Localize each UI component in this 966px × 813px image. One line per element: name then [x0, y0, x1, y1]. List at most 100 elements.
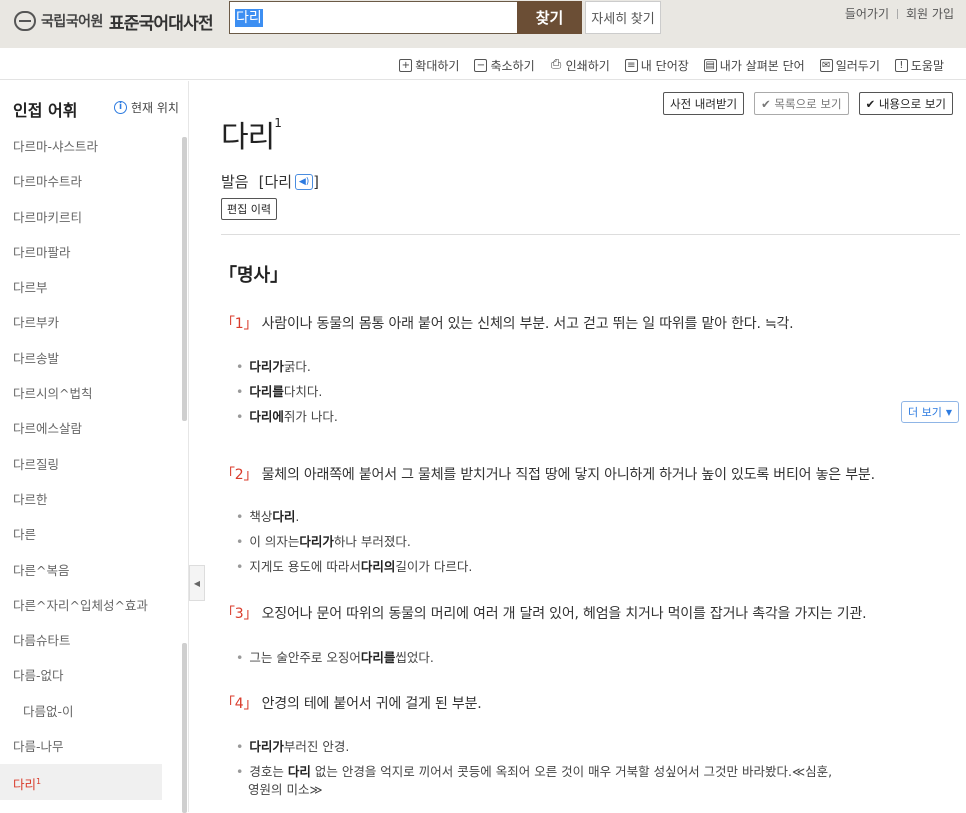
- example-list: • 다리가 굵다. • 다리를 다치다. • 다리에 쥐가 나다.: [236, 354, 338, 429]
- help-button[interactable]: ! 도움말: [894, 57, 944, 74]
- plus-icon: +: [399, 59, 413, 72]
- example-list: • 그는 술안주로 오징어 다리를 씹었다.: [236, 645, 434, 670]
- sidebar-item[interactable]: 다른^자리^입체성^효과: [0, 588, 180, 623]
- viewed-words-label: 내가 살펴본 단어: [719, 59, 805, 73]
- list-view-button[interactable]: ✔ 목록으로 보기: [754, 92, 849, 115]
- part-of-speech: 「명사」: [219, 265, 289, 286]
- sidebar-item[interactable]: 다른^복음: [0, 553, 180, 588]
- sense-number: 「2」: [221, 467, 258, 483]
- help-icon: !: [894, 59, 908, 72]
- adjacent-words-sidebar: 인접 어휘 i 현재 위치 다르마-샤스트라 다르마수트라 다르마키르티 다르마…: [0, 81, 189, 813]
- print-label: 인쇄하기: [565, 59, 610, 73]
- document-icon: ▤: [703, 59, 717, 72]
- more-button-label: 더 보기: [908, 406, 942, 419]
- sense-number: 「3」: [221, 606, 258, 622]
- current-location-label: 현재 위치: [131, 101, 179, 115]
- list-item: • 책상 다리.: [236, 509, 300, 524]
- divider: [897, 8, 899, 19]
- divider: [221, 234, 960, 235]
- active-item-homonym-number: 1: [36, 777, 42, 787]
- sense-definition: 「2」 물체의 아래쪽에 붙어서 그 물체를 받치거나 직접 땅에 닿지 아니하…: [221, 464, 875, 484]
- sidebar-scrollbar-thumb[interactable]: [182, 643, 187, 813]
- list-item: • 경호는 다리 없는 안경을 억지로 끼어서 콧등에 옥죄어 오른 것이 매우 …: [236, 764, 833, 797]
- sidebar-item[interactable]: 다르부카: [0, 305, 180, 340]
- active-item-label: 다리: [13, 777, 37, 793]
- definition-text: 물체의 아래쪽에 붙어서 그 물체를 받치거나 직접 땅에 닿지 아니하게 하거…: [261, 467, 875, 483]
- sidebar-item[interactable]: 다르마키르티: [0, 200, 180, 235]
- sidebar-item[interactable]: 다르에스살람: [0, 411, 180, 446]
- sidebar-item[interactable]: 다르질링: [0, 447, 180, 482]
- sidebar-item[interactable]: 다르마팔라: [0, 235, 180, 270]
- toolbar: + 확대하기 − 축소하기 ⎙ 인쇄하기 ≡ 내 단어장 ▤ 내가 살펴본 단어 ✉ 일러두…: [0, 48, 966, 80]
- list-item: • 이 의자는 다리가 하나 부러졌다.: [236, 534, 411, 549]
- pronunciation: 발음 [다리 ◀) ]: [221, 171, 319, 192]
- sidebar-item[interactable]: 다름슈타트: [0, 623, 180, 658]
- sidebar-item-active[interactable]: 다리1: [0, 764, 162, 800]
- list-item: • 다리가 굵다.: [236, 359, 311, 374]
- example-list: • 책상 다리. • 이 의자는 다리가 하나 부러졌다. • 지게도 용도에 따라서…: [236, 504, 472, 579]
- logo-title: 표준국어대사전: [108, 13, 214, 34]
- toolbar-items: + 확대하기 − 축소하기 ⎙ 인쇄하기 ≡ 내 단어장 ▤ 내가 살펴본 단어 ✉ 일러두…: [399, 57, 944, 74]
- pronunciation-close: ]: [313, 172, 319, 191]
- sense-number: 「4」: [221, 696, 258, 712]
- sense-definition: 「1」 사람이나 동물의 몸통 아래 붙어 있는 신체의 부분. 서고 걷고 뛰…: [221, 313, 794, 333]
- zoom-out-button[interactable]: − 축소하기: [474, 57, 535, 74]
- logo-icon: [14, 11, 36, 31]
- account-links: 들어가기 회원 가입: [845, 5, 954, 22]
- site-logo[interactable]: 국립국어원 표준국어대사전: [14, 10, 214, 34]
- zoom-out-label: 축소하기: [490, 59, 535, 73]
- printer-icon: ⎙: [550, 57, 562, 72]
- example-list: • 다리가 부러진 안경. • 경호는 다리 없는 안경을 억지로 끼어서 콧등에 …: [236, 734, 832, 799]
- chevron-down-icon: ▼: [945, 407, 953, 417]
- list-item: • 다리가 부러진 안경.: [236, 739, 350, 754]
- guide-label: 일러두기: [835, 59, 880, 73]
- sense-definition: 「3」 오징어나 문어 따위의 동물의 머리에 여러 개 달려 있어, 헤엄을 …: [221, 603, 867, 623]
- viewed-words-button[interactable]: ▤ 내가 살펴본 단어: [703, 57, 805, 74]
- sidebar-item[interactable]: 다르시의^법칙: [0, 376, 180, 411]
- definition-text: 오징어나 문어 따위의 동물의 머리에 여러 개 달려 있어, 헤엄을 치거나 …: [261, 606, 867, 622]
- info-icon: i: [114, 101, 127, 114]
- advanced-search-button[interactable]: 자세히 찾기: [585, 1, 661, 34]
- view-buttons: 사전 내려받기 ✔ 목록으로 보기 ✔ 내용으로 보기: [662, 92, 953, 115]
- edit-history-button[interactable]: 편집 이력: [221, 198, 277, 220]
- more-examples-button[interactable]: 더 보기 ▼: [901, 401, 960, 423]
- current-location-button[interactable]: i 현재 위치: [114, 99, 179, 116]
- sidebar-scrollbar[interactable]: [182, 137, 187, 421]
- search-input-value: 다리: [235, 8, 263, 27]
- sidebar-item[interactable]: 다르마수트라: [0, 164, 180, 199]
- sidebar-item[interactable]: 다른: [0, 517, 180, 552]
- logo-org-name: 국립국어원: [41, 14, 103, 30]
- sidebar-title: 인접 어휘: [13, 101, 78, 120]
- search-input[interactable]: 다리: [229, 1, 518, 34]
- sidebar-item[interactable]: 다르한: [0, 482, 180, 517]
- search-button[interactable]: 찾기: [517, 1, 582, 34]
- my-wordbook-button[interactable]: ≡ 내 단어장: [624, 57, 689, 74]
- sidebar-item[interactable]: 다름-없다: [0, 658, 180, 693]
- zoom-in-button[interactable]: + 확대하기: [399, 57, 459, 74]
- print-button[interactable]: ⎙ 인쇄하기: [550, 57, 610, 74]
- headword: 다리1: [221, 112, 282, 156]
- list-item: • 다리를 다치다.: [236, 384, 323, 399]
- content-view-button[interactable]: ✔ 내용으로 보기: [858, 92, 953, 115]
- list-item: • 지게도 용도에 따라서 다리의 길이가 다르다.: [236, 559, 473, 574]
- sidebar-item[interactable]: 다르부: [0, 270, 180, 305]
- headword-text: 다리: [221, 120, 275, 155]
- sense-definition: 「4」 안경의 테에 붙어서 귀에 걸게 된 부분.: [221, 693, 482, 713]
- top-header: 국립국어원 표준국어대사전 다리 찾기 자세히 찾기 들어가기 회원 가입: [0, 0, 966, 48]
- help-label: 도움말: [910, 59, 944, 73]
- sidebar-item[interactable]: 다르마-샤스트라: [0, 129, 180, 164]
- adjacent-word-list: 다르마-샤스트라 다르마수트라 다르마키르티 다르마팔라 다르부 다르부카 다르…: [0, 129, 180, 800]
- zoom-in-label: 확대하기: [415, 59, 460, 73]
- signup-link[interactable]: 회원 가입: [906, 5, 954, 22]
- login-link[interactable]: 들어가기: [845, 5, 889, 22]
- guide-button[interactable]: ✉ 일러두기: [819, 57, 880, 74]
- sidebar-item[interactable]: 다름없-이: [0, 694, 180, 729]
- speaker-icon[interactable]: ◀): [295, 173, 314, 190]
- sidebar-item[interactable]: 다름-나무: [0, 729, 180, 764]
- download-dictionary-button[interactable]: 사전 내려받기: [662, 92, 745, 115]
- my-wordbook-label: 내 단어장: [640, 59, 689, 73]
- definition-text: 안경의 테에 붙어서 귀에 걸게 된 부분.: [261, 696, 482, 712]
- pronunciation-label: 발음: [221, 173, 249, 191]
- sidebar-item[interactable]: 다르송발: [0, 341, 180, 376]
- definition-text: 사람이나 동물의 몸통 아래 붙어 있는 신체의 부분. 서고 걷고 뛰는 일 …: [261, 316, 794, 332]
